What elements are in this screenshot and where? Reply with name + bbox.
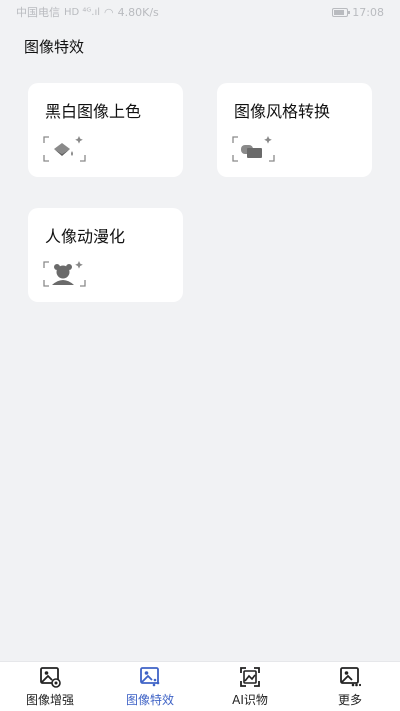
- tab-label: AI识物: [232, 693, 268, 707]
- carrier-name: 中国电信: [16, 6, 60, 19]
- status-bar: 中国电信 HD ⁴ᴳ.ıl ◠ 4.80K/s 17:08: [0, 0, 400, 24]
- status-time: 17:08: [352, 5, 384, 19]
- tab-label: 图像增强: [25, 693, 74, 707]
- tab-image-effects[interactable]: 图像特效: [100, 662, 200, 711]
- wifi-icon: ◠: [104, 5, 114, 19]
- image-enhance-icon: [40, 667, 61, 688]
- style-transfer-icon: [232, 136, 275, 162]
- colorize-icon: [43, 136, 86, 162]
- card-title: 图像风格转换: [234, 102, 331, 121]
- tab-ai-recognize[interactable]: AI识物: [200, 662, 300, 711]
- card-title: 黑白图像上色: [45, 102, 142, 121]
- style-transfer-card[interactable]: 图像风格转换: [217, 83, 372, 177]
- ai-recognize-icon: [240, 667, 260, 687]
- tab-label: 更多: [337, 693, 362, 707]
- battery-icon: [332, 7, 351, 17]
- tab-label: 图像特效: [125, 693, 174, 707]
- anime-portrait-card[interactable]: 人像动漫化: [28, 208, 183, 302]
- page-title: 图像特效: [24, 38, 85, 56]
- network-speed: 4.80K/s: [117, 5, 159, 19]
- anime-portrait-icon: [43, 261, 86, 287]
- colorize-card[interactable]: 黑白图像上色: [28, 83, 183, 177]
- bottom-tab-bar: 图像增强 图像特效 AI识物 更多: [0, 661, 400, 711]
- tab-image-enhance[interactable]: 图像增强: [0, 662, 100, 711]
- card-title: 人像动漫化: [45, 227, 126, 246]
- image-effects-icon: [140, 667, 160, 687]
- tab-more[interactable]: 更多: [300, 662, 400, 711]
- more-icon: [340, 667, 361, 687]
- signal-icon: HD ⁴ᴳ.ıl: [64, 6, 101, 18]
